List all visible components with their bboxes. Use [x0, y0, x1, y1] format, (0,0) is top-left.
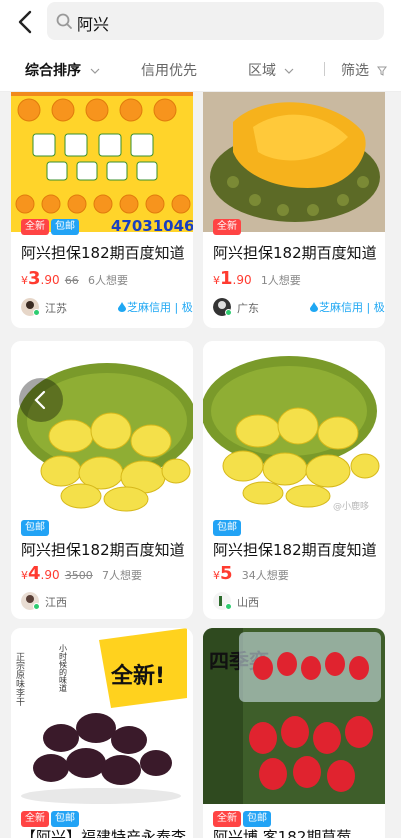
product-card[interactable]: 全新 阿兴担保182期百度知道 ¥1.90 1人想要 广东 芝麻信用 | 极好 [203, 92, 385, 328]
product-card[interactable]: 正宗原味李干 小时候的味道 全新! 全新 包邮 【阿兴】福建特产永泰李 [11, 628, 193, 838]
product-title: 阿兴担保182期百度知道 [21, 541, 185, 559]
sort-region[interactable]: 区域 [248, 60, 294, 80]
sort-bar: 综合排序 信用优先 区域 筛选 [0, 46, 401, 92]
search-query-text: 阿兴 [77, 15, 110, 34]
sort-region-label: 区域 [248, 63, 276, 79]
search-input[interactable]: 阿兴 [47, 2, 384, 40]
credit-badge: 芝麻信用 | 极好 [117, 299, 193, 315]
product-card[interactable]: @小鹿哆 包邮 阿兴担保182期百度知道 ¥5 34人想要 山西 [203, 341, 385, 619]
seller-location: 江西 [45, 596, 67, 609]
price: ¥4.90 3500 7人想要 [21, 563, 142, 584]
seller-info: 江西 [21, 591, 191, 611]
online-dot [225, 309, 232, 316]
product-title: 阿兴担保182期百度知道 [213, 541, 377, 559]
search-icon [56, 13, 72, 29]
filter-button[interactable]: 筛选 [341, 60, 388, 80]
original-price: 3500 [64, 569, 93, 582]
image-watermark: @小鹿哆 [333, 500, 369, 512]
image-new-text: 全新! [110, 663, 165, 689]
seller-location: 山西 [237, 596, 259, 609]
tag-group: 包邮 [213, 515, 243, 536]
tag-free-shipping: 包邮 [243, 811, 271, 827]
credit-badge: 芝麻信用 | 极好 [309, 299, 385, 315]
tag-free-shipping: 包邮 [213, 520, 241, 536]
tag-free-shipping: 包邮 [51, 811, 79, 827]
tag-free-shipping: 包邮 [51, 219, 79, 235]
online-dot [33, 309, 40, 316]
seller-location: 广东 [237, 302, 259, 315]
seller-info: 山西 [213, 591, 383, 611]
original-price: 66 [64, 274, 79, 287]
image-side-text: 正宗原味李干 [14, 652, 25, 707]
product-card[interactable]: 四季奕 全新包邮 阿兴博 客182期草莓 [203, 628, 385, 838]
want-count: 1人想要 [260, 274, 301, 287]
tag-new: 全新 [21, 811, 49, 827]
tag-new: 全新 [213, 811, 241, 827]
sort-comprehensive[interactable]: 综合排序 [25, 60, 100, 80]
back-arrow-icon[interactable] [12, 8, 40, 36]
tag-group: 全新 包邮 [21, 806, 81, 827]
price: ¥1.90 1人想要 [213, 268, 301, 289]
online-dot [33, 603, 40, 610]
water-drop-icon [118, 302, 126, 312]
price: ¥3.90 66 6人想要 [21, 268, 128, 289]
want-count: 34人想要 [241, 569, 289, 582]
chevron-left-icon [34, 390, 46, 410]
product-title: 阿兴担保182期百度知道 [213, 244, 377, 262]
tag-new: 全新 [21, 219, 49, 235]
chevron-down-icon [285, 68, 294, 74]
product-card[interactable]: 47031046 全新 包邮 阿兴担保182期百度知道 ¥3.90 66 6人想要… [11, 92, 193, 328]
tag-group: 全新 包邮 [213, 806, 273, 827]
sort-credit-first[interactable]: 信用优先 [141, 60, 197, 80]
tag-group: 全新 [213, 214, 243, 235]
tag-free-shipping: 包邮 [21, 520, 49, 536]
price: ¥5 34人想要 [213, 563, 289, 584]
water-drop-icon [310, 302, 318, 312]
tag-group: 全新 包邮 [21, 214, 81, 235]
want-count: 6人想要 [88, 274, 128, 287]
filter-label: 筛选 [341, 63, 369, 79]
product-image[interactable] [203, 92, 385, 232]
product-image[interactable] [11, 341, 193, 513]
tag-new: 全新 [213, 219, 241, 235]
sort-comprehensive-label: 综合排序 [25, 63, 81, 79]
nav-prev-button[interactable] [19, 378, 63, 422]
top-bar: 阿兴 [0, 0, 401, 46]
online-dot [225, 603, 232, 610]
product-image[interactable]: 47031046 [11, 92, 193, 232]
seller-location: 江苏 [45, 302, 67, 315]
product-image[interactable]: @小鹿哆 [203, 341, 385, 513]
divider [324, 62, 325, 76]
filter-icon [377, 66, 388, 76]
seller-info: 广东 芝麻信用 | 极好 [213, 297, 385, 317]
product-title: 【阿兴】福建特产永泰李 [21, 828, 187, 838]
tag-group: 包邮 [21, 515, 51, 536]
sort-credit-label: 信用优先 [141, 63, 197, 79]
product-image[interactable]: 四季奕 [203, 628, 385, 804]
product-image[interactable]: 正宗原味李干 小时候的味道 全新! [11, 628, 193, 804]
product-title: 阿兴博 客182期草莓 [213, 828, 352, 838]
product-title: 阿兴担保182期百度知道 [21, 244, 185, 262]
seller-info: 江苏 芝麻信用 | 极好 [21, 297, 193, 317]
product-grid: 47031046 全新 包邮 阿兴担保182期百度知道 ¥3.90 66 6人想要… [0, 92, 401, 838]
image-phone-text: 47031046 [111, 217, 193, 232]
want-count: 7人想要 [102, 569, 142, 582]
image-small-text: 小时候的味道 [59, 644, 68, 693]
chevron-down-icon [90, 68, 100, 74]
